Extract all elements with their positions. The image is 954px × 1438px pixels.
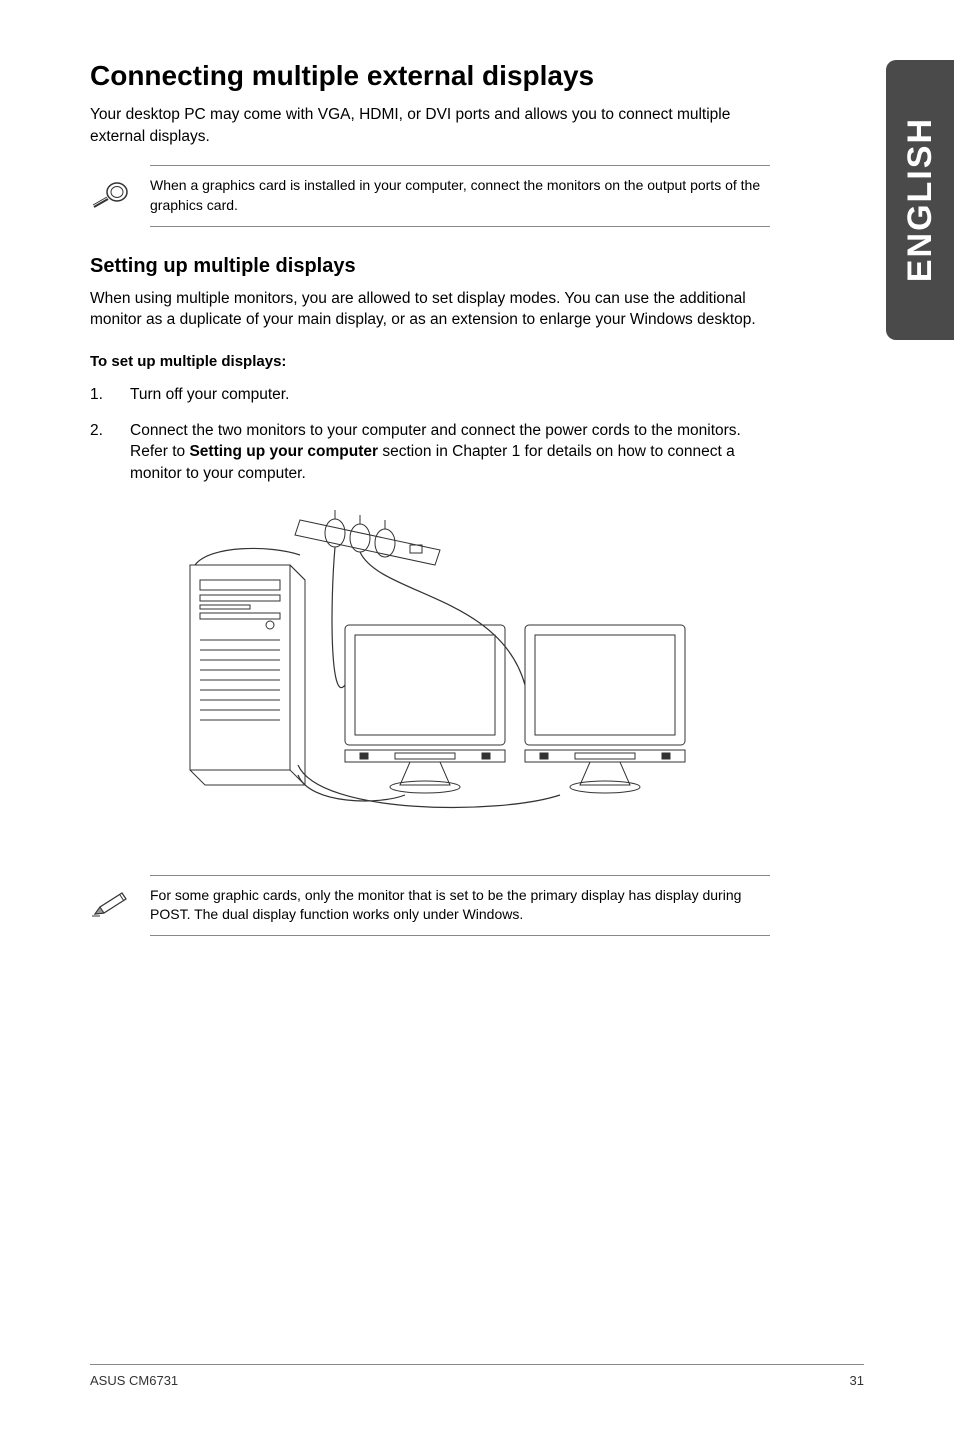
steps-list: 1. Turn off your computer. 2. Connect th… — [90, 384, 770, 485]
magnifier-icon — [90, 165, 140, 214]
main-heading: Connecting multiple external displays — [90, 60, 770, 92]
footer-left: ASUS CM6731 — [90, 1373, 178, 1388]
step-1: 1. Turn off your computer. — [90, 384, 770, 406]
steps-title: To set up multiple displays: — [90, 353, 770, 370]
note-1-text: When a graphics card is installed in you… — [150, 165, 770, 226]
note-2-text: For some graphic cards, only the monitor… — [150, 875, 770, 936]
note-box-1: When a graphics card is installed in you… — [90, 165, 770, 226]
pencil-icon — [90, 875, 140, 924]
page-footer: ASUS CM6731 31 — [90, 1364, 864, 1388]
step-2: 2. Connect the two monitors to your comp… — [90, 420, 770, 485]
footer-page-number: 31 — [850, 1373, 864, 1388]
step-1-num: 1. — [90, 384, 130, 406]
page-content: Connecting multiple external displays Yo… — [0, 0, 860, 1014]
language-tab: ENGLISH — [886, 60, 954, 340]
setup-illustration — [90, 505, 770, 835]
note-box-2: For some graphic cards, only the monitor… — [90, 875, 770, 936]
sub-heading: Setting up multiple displays — [90, 255, 770, 278]
step-2-num: 2. — [90, 420, 130, 485]
step-2-text: Connect the two monitors to your compute… — [130, 420, 770, 485]
language-tab-text: ENGLISH — [901, 117, 940, 282]
section-paragraph: When using multiple monitors, you are al… — [90, 288, 770, 331]
intro-paragraph: Your desktop PC may come with VGA, HDMI,… — [90, 104, 770, 147]
step-1-text: Turn off your computer. — [130, 384, 770, 406]
